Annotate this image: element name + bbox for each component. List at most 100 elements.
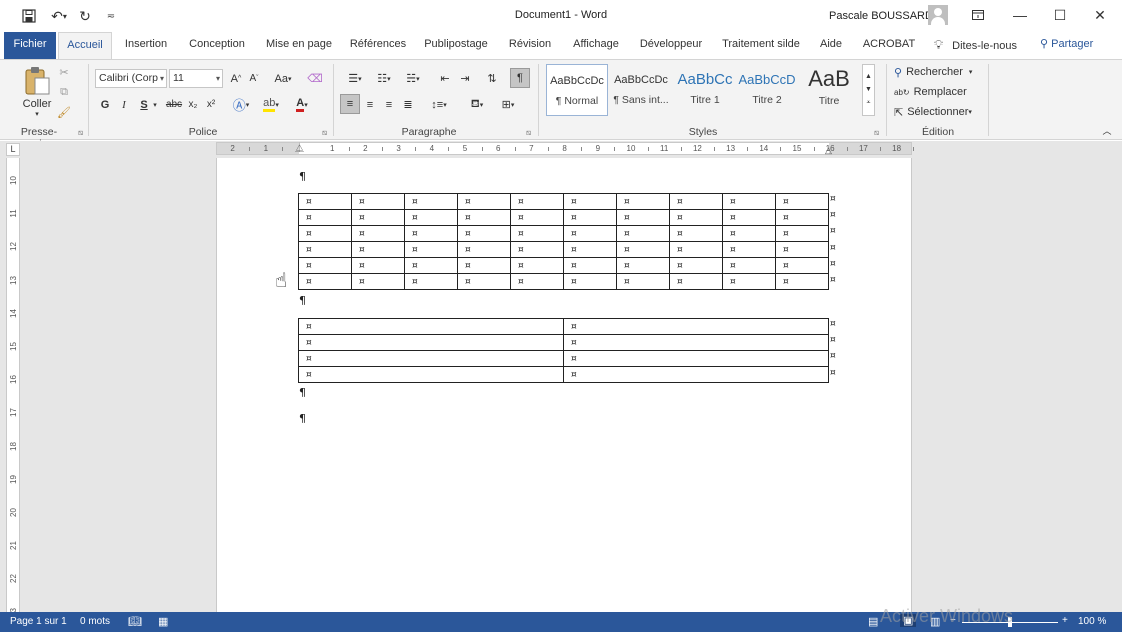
table-cell[interactable]: ¤ bbox=[669, 257, 723, 274]
table-cell[interactable]: ¤ bbox=[457, 193, 511, 210]
font-launcher-icon[interactable]: ⧅ bbox=[322, 128, 327, 138]
table-cell[interactable]: ¤ bbox=[404, 225, 458, 242]
table-cell[interactable]: ¤ bbox=[298, 225, 352, 242]
text-effects-icon[interactable]: Ⓐ ▾ bbox=[230, 96, 252, 113]
table-cell[interactable]: ¤ bbox=[616, 225, 670, 242]
font-name-combo[interactable]: Calibri (Corp ▾ bbox=[95, 69, 167, 88]
table-cell[interactable]: ¤ bbox=[669, 225, 723, 242]
table-cell[interactable]: ¤ bbox=[298, 257, 352, 274]
grow-font-icon[interactable]: A ^ bbox=[228, 70, 244, 87]
table-cell[interactable]: ¤ bbox=[510, 225, 564, 242]
table-cell[interactable]: ¤ bbox=[563, 334, 829, 351]
align-left-icon[interactable]: ≡ bbox=[340, 94, 360, 114]
format-painter-icon[interactable]: 🖌︎ bbox=[56, 104, 72, 120]
tab-developpeur[interactable]: Développeur bbox=[634, 32, 708, 59]
table-cell[interactable]: ¤ bbox=[563, 273, 617, 290]
table-cell[interactable]: ¤ bbox=[563, 366, 829, 383]
table-cell[interactable]: ¤ bbox=[775, 257, 829, 274]
first-line-indent-marker[interactable]: ⏅ bbox=[295, 141, 304, 154]
undo-icon[interactable]: ↶ ▾ bbox=[46, 6, 72, 26]
cut-icon[interactable]: ✂ bbox=[56, 64, 72, 80]
paste-button[interactable]: Coller ▾ bbox=[20, 64, 54, 120]
proofing-icon[interactable]: 📖︎ bbox=[128, 615, 142, 628]
table-cell[interactable]: ¤ bbox=[351, 225, 405, 242]
tab-selector[interactable]: L bbox=[6, 143, 20, 156]
table-cell[interactable]: ¤ bbox=[510, 209, 564, 226]
strikethrough-button[interactable]: abc bbox=[164, 96, 184, 113]
table-cell[interactable]: ¤ bbox=[510, 241, 564, 258]
table-cell[interactable]: ¤ bbox=[563, 257, 617, 274]
numbering-icon[interactable]: ☷ ▾ bbox=[371, 70, 397, 87]
table-cell[interactable]: ¤ bbox=[563, 193, 617, 210]
maximize-button[interactable]: ☐ bbox=[1038, 4, 1082, 26]
change-case-button[interactable]: Aa ▾ bbox=[270, 70, 296, 87]
table-cell[interactable]: ¤ bbox=[775, 225, 829, 242]
line-spacing-icon[interactable]: ↕≡ ▾ bbox=[426, 96, 452, 113]
copy-icon[interactable]: ⧉ bbox=[56, 84, 72, 100]
align-right-icon[interactable]: ≡ bbox=[380, 96, 398, 113]
table-cell[interactable]: ¤ bbox=[404, 241, 458, 258]
ribbon-display-options-icon[interactable] bbox=[956, 4, 1000, 26]
table-cell[interactable]: ¤ bbox=[563, 318, 829, 335]
table-cell[interactable]: ¤ bbox=[298, 241, 352, 258]
table-cell[interactable]: ¤ bbox=[669, 241, 723, 258]
table-cell[interactable]: ¤ bbox=[351, 209, 405, 226]
decrease-indent-icon[interactable]: ⇤ bbox=[436, 70, 454, 87]
table-cell[interactable]: ¤ bbox=[510, 273, 564, 290]
table-cell[interactable]: ¤ bbox=[563, 241, 617, 258]
table-cell[interactable]: ¤ bbox=[510, 257, 564, 274]
underline-button[interactable]: S bbox=[137, 96, 151, 113]
table-cell[interactable]: ¤ bbox=[404, 193, 458, 210]
customize-qat-icon[interactable]: ≂ bbox=[100, 6, 122, 26]
share-button[interactable]: ⚲ Partager bbox=[1040, 32, 1104, 59]
user-name[interactable]: Pascale BOUSSARD bbox=[829, 10, 933, 22]
bullets-icon[interactable]: ☰ ▾ bbox=[342, 70, 368, 87]
table-cell[interactable]: ¤ bbox=[616, 209, 670, 226]
table-cell[interactable]: ¤ bbox=[616, 241, 670, 258]
table-cell[interactable]: ¤ bbox=[775, 209, 829, 226]
table-cell[interactable]: ¤ bbox=[722, 209, 776, 226]
chevron-down-icon[interactable]: ▼ bbox=[865, 86, 872, 93]
zoom-level[interactable]: 100 % bbox=[1078, 616, 1106, 627]
tab-conception[interactable]: Conception bbox=[182, 32, 252, 59]
style-normal[interactable]: AaBbCcDc ¶ Normal bbox=[546, 64, 608, 116]
table-cell[interactable]: ¤ bbox=[775, 193, 829, 210]
table-1[interactable]: ¤ ¤ ¤ ¤ ¤ ¤ ¤ ¤ ¤ ¤ ¤ ¤ ¤ ¤ ¤ ¤ ¤ ¤ ¤ ¤ ¤ ¤ ¤ ¤ ¤ ¤ ¤ ¤ ¤ ¤ ¤ ¤ ¤ ¤ ¤ ¤ ¤ ¤ ¤ ¤… bbox=[298, 193, 829, 290]
underline-dropdown-icon[interactable]: ▾ bbox=[151, 96, 159, 113]
style-heading-1[interactable]: AaBbCc Titre 1 bbox=[674, 64, 736, 116]
select-button[interactable]: ⇱ Sélectionner ▾ bbox=[894, 104, 972, 120]
table-cell[interactable]: ¤ bbox=[775, 241, 829, 258]
justify-icon[interactable]: ≣ bbox=[399, 96, 417, 113]
table-cell[interactable]: ¤ bbox=[298, 193, 352, 210]
horizontal-ruler[interactable]: 2 1 1 2 3 4 5 6 7 8 9 10 11 12 13 14 15 16 17 18 ⏅ △ bbox=[216, 141, 915, 155]
table-cell[interactable]: ¤ bbox=[669, 209, 723, 226]
table-cell[interactable]: ¤ bbox=[298, 350, 564, 367]
clipboard-launcher-icon[interactable]: ⧅ bbox=[78, 128, 83, 138]
table-cell[interactable]: ¤ bbox=[669, 193, 723, 210]
tab-references[interactable]: Références bbox=[346, 32, 410, 59]
find-button[interactable]: ⚲ Rechercher ▾ bbox=[894, 64, 972, 80]
table-cell[interactable]: ¤ bbox=[722, 193, 776, 210]
table-cell[interactable]: ¤ bbox=[298, 334, 564, 351]
table-cell[interactable]: ¤ bbox=[457, 241, 511, 258]
collapse-ribbon-icon[interactable]: ︿ bbox=[1100, 124, 1114, 136]
tab-affichage[interactable]: Affichage bbox=[566, 32, 626, 59]
paragraph-launcher-icon[interactable]: ⧅ bbox=[526, 128, 531, 138]
read-mode-icon[interactable]: ▤ bbox=[868, 615, 878, 628]
table-cell[interactable]: ¤ bbox=[563, 350, 829, 367]
bold-button[interactable]: G bbox=[98, 96, 112, 113]
show-formatting-marks-button[interactable]: ¶ bbox=[510, 68, 530, 88]
table-cell[interactable]: ¤ bbox=[457, 225, 511, 242]
table-cell[interactable]: ¤ bbox=[616, 273, 670, 290]
borders-icon[interactable]: ⊞ ▾ bbox=[494, 96, 522, 113]
table-cell[interactable]: ¤ bbox=[298, 318, 564, 335]
font-color-icon[interactable]: A ▾ bbox=[290, 96, 314, 113]
table-cell[interactable]: ¤ bbox=[616, 257, 670, 274]
clear-formatting-icon[interactable]: ⌫ bbox=[306, 70, 324, 87]
more-styles-icon[interactable]: ⩡ bbox=[867, 99, 871, 107]
table-cell[interactable]: ¤ bbox=[351, 273, 405, 290]
page-count[interactable]: Page 1 sur 1 bbox=[10, 616, 67, 627]
align-center-icon[interactable]: ≡ bbox=[361, 96, 379, 113]
sort-icon[interactable]: ⇅ bbox=[483, 70, 501, 87]
table-cell[interactable]: ¤ bbox=[298, 209, 352, 226]
